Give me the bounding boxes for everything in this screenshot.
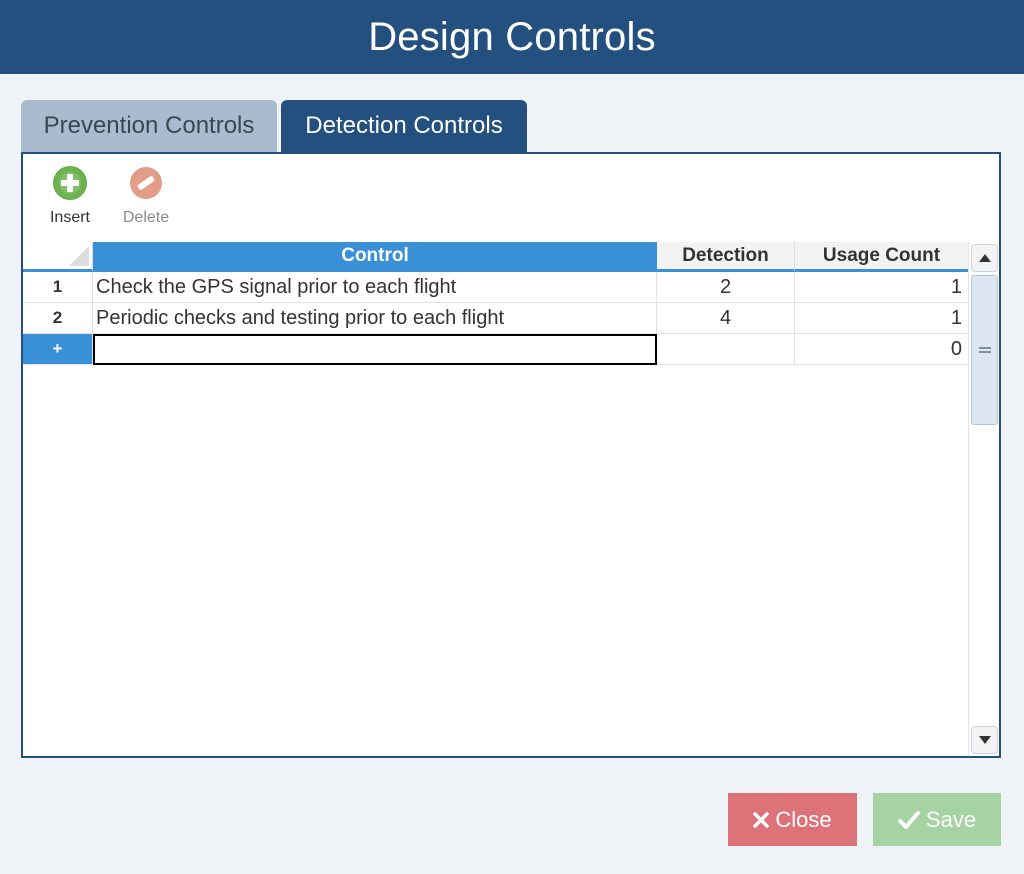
insert-label: Insert — [49, 209, 90, 226]
column-header-control[interactable]: Control — [93, 242, 657, 272]
new-detection-cell[interactable] — [657, 334, 795, 364]
insert-button[interactable]: Insert — [40, 166, 100, 230]
plus-circle-icon — [53, 166, 87, 200]
caret-down-icon — [978, 736, 991, 744]
new-row[interactable]: + 0 — [23, 334, 968, 365]
caret-up-icon — [978, 254, 991, 262]
save-button[interactable]: Save — [873, 793, 1001, 846]
row-number[interactable]: 2 — [23, 303, 93, 333]
detection-controls-panel: Insert Delete Control Detection Usage Co… — [21, 152, 1001, 758]
usage-count-cell: 1 — [950, 275, 962, 298]
detection-cell[interactable]: 4 — [657, 303, 795, 333]
usage-count-cell: 1 — [950, 306, 962, 329]
x-icon — [753, 811, 770, 828]
table-row[interactable]: 2 Periodic checks and testing prior to e… — [23, 303, 968, 334]
detection-cell[interactable]: 2 — [657, 272, 795, 302]
scroll-thumb[interactable] — [971, 275, 998, 425]
close-button[interactable]: Close — [728, 793, 857, 846]
delete-label: Delete — [122, 209, 170, 226]
close-label: Close — [775, 806, 832, 832]
save-label: Save — [925, 806, 977, 832]
column-header-detection[interactable]: Detection — [657, 242, 795, 272]
minus-circle-icon — [129, 166, 163, 200]
table-row[interactable]: 1 Check the GPS signal prior to each fli… — [23, 272, 968, 303]
scroll-down-button[interactable] — [971, 726, 998, 754]
tab-prevention-controls[interactable]: Prevention Controls — [21, 100, 277, 152]
new-row-marker[interactable]: + — [23, 334, 93, 364]
grip-icon — [978, 347, 991, 353]
scroll-up-button[interactable] — [971, 244, 998, 272]
new-usage-count-cell: 0 — [950, 337, 962, 360]
delete-button[interactable]: Delete — [116, 166, 176, 230]
grid-corner[interactable] — [23, 242, 93, 272]
control-cell[interactable]: Check the GPS signal prior to each fligh… — [93, 272, 657, 302]
new-control-input[interactable] — [93, 334, 657, 365]
column-header-usage-count[interactable]: Usage Count — [795, 242, 968, 272]
dialog-title: Design Controls — [0, 0, 1024, 74]
grid-scrollbar[interactable] — [968, 242, 999, 756]
control-cell[interactable]: Periodic checks and testing prior to eac… — [93, 303, 657, 333]
check-icon — [897, 810, 920, 829]
row-number[interactable]: 1 — [23, 272, 93, 302]
tab-detection-controls[interactable]: Detection Controls — [281, 100, 527, 152]
